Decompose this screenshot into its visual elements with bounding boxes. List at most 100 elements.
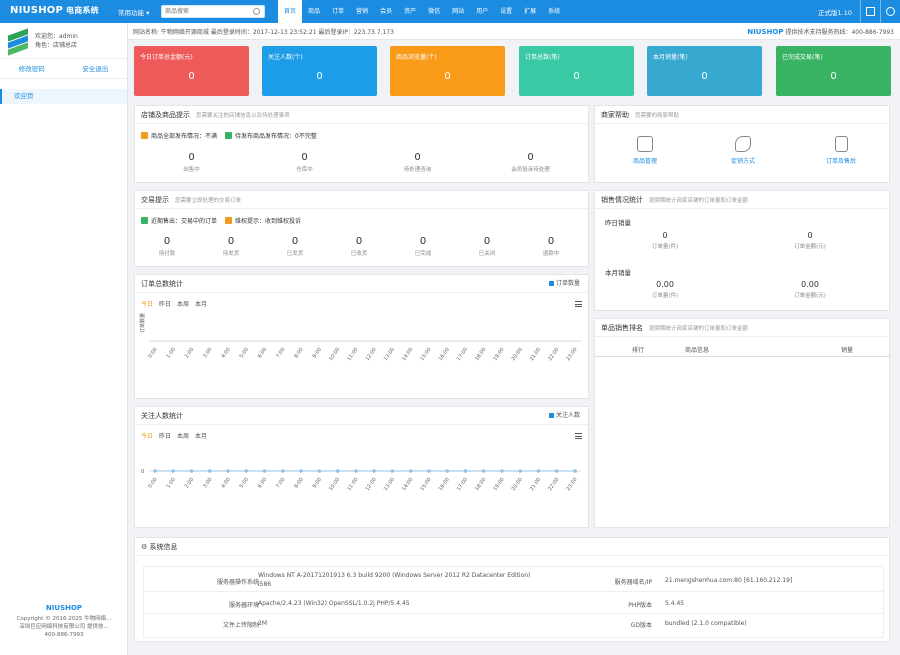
x-tick-label: 14:00 [401, 347, 414, 362]
quick-menu-dropdown[interactable]: 常用功能 ▾ [118, 7, 149, 17]
x-tick-label: 4:00 [220, 347, 231, 360]
tab-month[interactable]: 本月 [195, 433, 207, 440]
x-tick-label: 0:00 [147, 347, 158, 360]
nav-members[interactable]: 会员 [374, 0, 398, 23]
search-box [161, 5, 265, 18]
data-point [372, 469, 376, 473]
shop-logo-icon [8, 28, 28, 56]
help-orders-aftersale[interactable]: 订单及售后 [811, 136, 871, 165]
tab-yesterday[interactable]: 昨日 [159, 433, 171, 440]
tab-today[interactable]: 今日 [141, 301, 153, 308]
search-input[interactable] [162, 6, 250, 17]
chart-legend[interactable]: 订单数量 [548, 275, 580, 293]
panel-title: 商家帮助 [601, 111, 629, 119]
home-button[interactable] [860, 0, 880, 23]
tab-today[interactable]: 今日 [141, 433, 153, 440]
x-tick-label: 9:00 [312, 477, 323, 490]
stat-on-sale[interactable]: 0 出售中 [135, 152, 248, 173]
logout-button[interactable] [880, 0, 900, 23]
chart-menu-icon[interactable] [575, 301, 582, 307]
app-logo[interactable]: NIUSHOP 电商系统 [10, 5, 99, 16]
x-tick-label: 22:00 [547, 477, 560, 492]
trade-tips-panel: 交易提示 您需要立即处理的交易订单 近期售出：交易中的订单 维权提示：收到维权投诉… [134, 190, 589, 267]
card-order-total[interactable]: 订单总数(笔) 0 [519, 46, 634, 96]
panel-header: 订单总数统计 订单数量 [135, 275, 588, 293]
user-buttons: 修改密码 安全退出 [0, 59, 127, 79]
stat-value: 0 [414, 152, 421, 163]
chart-period-tabs: 今日 昨日 本周 本月 [141, 431, 213, 440]
nav-users[interactable]: 用户 [470, 0, 494, 23]
card-followers[interactable]: 关注人数(个) 0 [262, 46, 377, 96]
stat-label: 订单金额(元) [794, 293, 826, 299]
sys-row: 服务器操作系统 Windows NT A-20171201913 6.3 bui… [143, 568, 884, 592]
col-sales: 销量 [841, 347, 854, 354]
tab-yesterday[interactable]: 昨日 [159, 301, 171, 308]
x-tick-label: 6:00 [257, 477, 268, 490]
card-today-amount[interactable]: 今日订单总金额(元) 0 [134, 46, 249, 96]
nav-settings[interactable]: 设置 [494, 0, 518, 23]
sidebar-item-welcome[interactable]: 欢迎页 [0, 89, 127, 104]
x-tick-label: 9:00 [312, 347, 323, 360]
card-month-sales[interactable]: 本月销量(笔) 0 [647, 46, 762, 96]
stat-label: 订单量(件) [651, 293, 679, 299]
x-tick-label: 5:00 [239, 347, 250, 360]
tag-text: 维权提示：收到维权投诉 [235, 218, 302, 225]
nav-goods[interactable]: 商品 [302, 0, 326, 23]
nav-wechat[interactable]: 微信 [422, 0, 446, 23]
stat-closed[interactable]: 0 已关闭 [471, 236, 503, 257]
stat-shipped[interactable]: 0 已发货 [279, 236, 311, 257]
card-completed[interactable]: 已完成交易(笔) 0 [776, 46, 891, 96]
sys-key: 文件上传限制 [222, 622, 259, 629]
stat-warehouse[interactable]: 0 仓库中 [248, 152, 361, 173]
role-text: 角色：店铺总店 [35, 42, 78, 49]
panel-subtitle: 您需要的商家帮助 [635, 113, 680, 119]
nav-orders[interactable]: 订单 [326, 0, 350, 23]
data-point [536, 469, 541, 473]
help-label: 商品管理 [632, 158, 657, 165]
tab-month[interactable]: 本月 [195, 301, 207, 308]
data-point [518, 469, 523, 473]
stat-unpaid[interactable]: 0 待付款 [151, 236, 183, 257]
chart-legend[interactable]: 关注人数 [548, 407, 580, 425]
goods-stats: 0 出售中 0 仓库中 0 待处理咨询 0 会员投诉待处理 [135, 152, 590, 173]
stat-consult[interactable]: 0 待处理咨询 [361, 152, 474, 173]
stat-received[interactable]: 0 已收货 [343, 236, 375, 257]
chart-menu-icon[interactable] [575, 433, 582, 439]
stat-month-orders: 0.00 订单量(件) [595, 280, 735, 299]
search-icon[interactable] [253, 8, 260, 15]
stat-value: 0 [419, 236, 427, 247]
panel-title: 店铺及商品提示 [141, 111, 190, 119]
col-goods-info: 商品信息 [685, 347, 710, 354]
safe-logout-button[interactable]: 安全退出 [64, 59, 128, 78]
stat-label: 退款中 [542, 251, 560, 257]
nav-assets[interactable]: 资产 [398, 0, 422, 23]
nav-website[interactable]: 网站 [446, 0, 470, 23]
stat-label: 出售中 [183, 167, 200, 173]
stat-to-ship[interactable]: 0 待发货 [215, 236, 247, 257]
card-value: 0 [701, 71, 708, 82]
tab-week[interactable]: 本周 [177, 433, 189, 440]
nav-home[interactable]: 首页 [278, 0, 303, 23]
footer-company: 深圳巨应网络科技有限公司 提供技... [19, 624, 109, 630]
tab-week[interactable]: 本周 [177, 301, 189, 308]
stat-completed[interactable]: 0 已完成 [407, 236, 439, 257]
logo-subtitle: 电商系统 [66, 6, 99, 15]
stat-refunding[interactable]: 0 退款中 [535, 236, 567, 257]
change-password-button[interactable]: 修改密码 [0, 59, 64, 78]
panel-title: 关注人数统计 [141, 412, 183, 420]
stat-complaints[interactable]: 0 会员投诉待处理 [474, 152, 587, 173]
panel-header: ⚙ 系统信息 [135, 538, 889, 556]
help-promotion[interactable]: 促销方式 [713, 136, 773, 165]
data-point [390, 469, 395, 473]
x-tick-label: 2:00 [184, 477, 195, 490]
nav-system[interactable]: 系统 [542, 0, 566, 23]
nav-extensions[interactable]: 扩展 [518, 0, 542, 23]
card-page-views[interactable]: 商品浏览量(个) 0 [390, 46, 505, 96]
product-rank-panel: 单品销售排名 按周期统计商家店铺的订单量和订单金额 排行 商品信息 销量 [594, 318, 891, 528]
nav-marketing[interactable]: 营销 [350, 0, 374, 23]
user-info: 欢迎您：admin 角色：店铺总店 [35, 32, 78, 50]
legend-swatch [548, 281, 554, 286]
data-point [299, 469, 303, 473]
help-goods-manage[interactable]: 商品管理 [615, 136, 675, 165]
user-box: 欢迎您：admin 角色：店铺总店 [0, 23, 127, 59]
